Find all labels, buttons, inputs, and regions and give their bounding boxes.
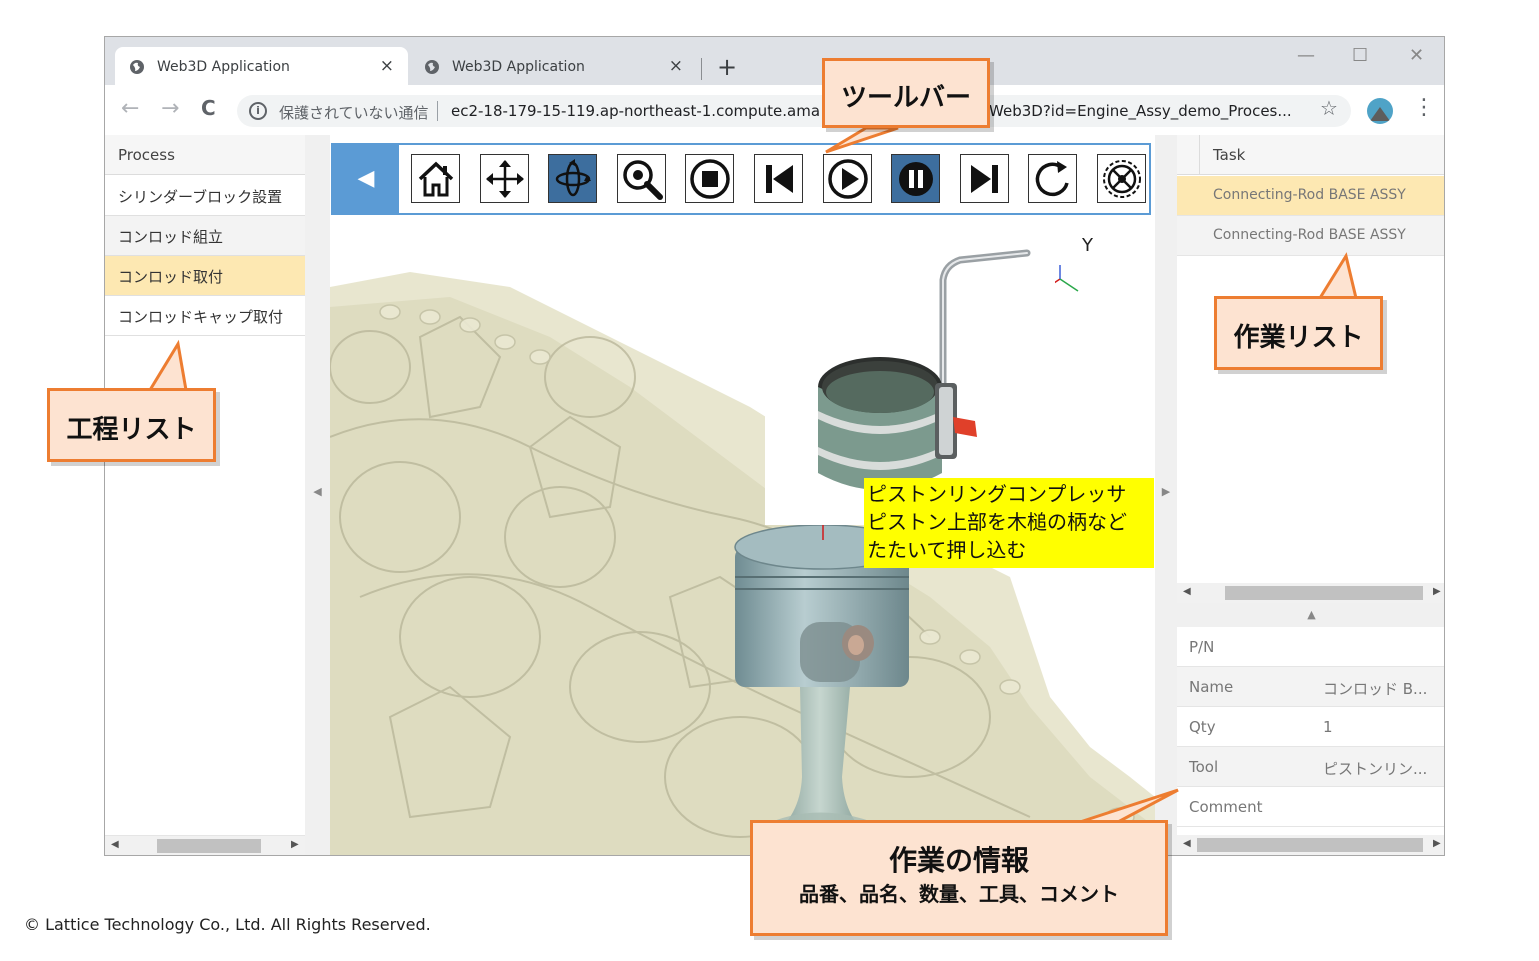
callout-process-list-label: 工程リスト (66, 415, 197, 445)
callout-task-info-title: 作業の情報 (888, 844, 1029, 877)
callout-task-info-sub: 品番、品名、数量、工具、コメント (799, 882, 1119, 906)
callout-process-list: 工程リスト (47, 388, 216, 462)
copyright-text: © Lattice Technology Co., Ltd. All Right… (24, 915, 431, 934)
callout-task-list-label: 作業リスト (1233, 323, 1364, 353)
callout-task-info: 作業の情報 品番、品名、数量、工具、コメント (750, 820, 1168, 936)
callout-toolbar-label: ツールバー (840, 83, 971, 113)
callout-pointers (147, 126, 1358, 824)
callout-toolbar: ツールバー (822, 58, 990, 128)
callout-task-list: 作業リスト (1214, 296, 1383, 370)
